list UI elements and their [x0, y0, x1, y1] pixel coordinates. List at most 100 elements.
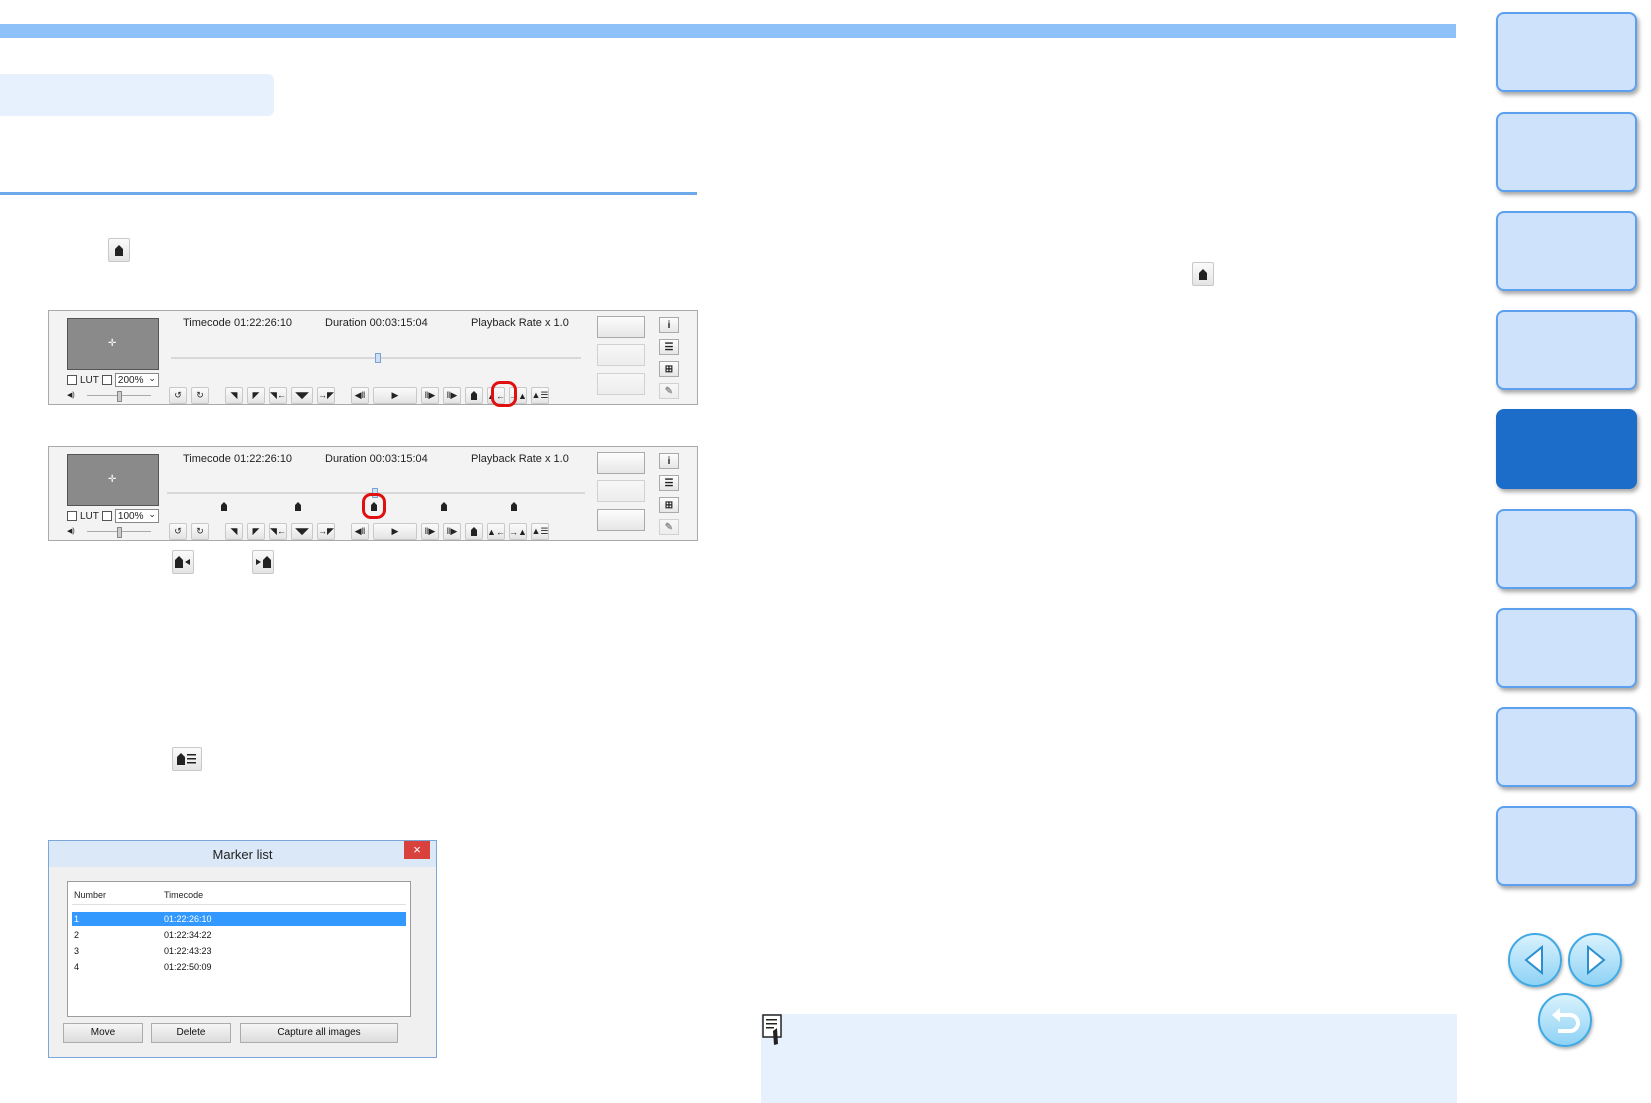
next-marker-icon — [252, 550, 274, 574]
previous-page-button[interactable] — [1508, 933, 1562, 987]
volume-slider[interactable] — [117, 527, 122, 538]
move-button[interactable]: Move — [63, 1023, 143, 1043]
timeline-marker[interactable] — [511, 502, 517, 511]
marker-icon — [1192, 262, 1214, 286]
note-box — [761, 1014, 1457, 1103]
skip-forward-icon[interactable]: ‖▶ — [443, 523, 461, 540]
skip-forward-icon[interactable]: ‖▶ — [443, 387, 461, 404]
skip-back-icon[interactable]: ◀‖ — [351, 523, 369, 540]
rotate-left-icon[interactable]: ↺ — [169, 523, 187, 540]
rotate-left-icon[interactable]: ↺ — [169, 387, 187, 404]
go-to-in-point-icon[interactable]: ◥← — [269, 387, 287, 404]
marker-list-button[interactable]: ▲☰ — [531, 523, 549, 540]
note-icon — [761, 1014, 783, 1045]
zoom-select[interactable]: 200% — [114, 371, 159, 387]
set-out-point-icon[interactable]: ◤ — [247, 523, 265, 540]
go-to-out-point-icon[interactable]: →◤ — [317, 387, 335, 404]
playback-panel-before: ✛ LUT 200% ◀) Timecode 01:22:26:10 Durat… — [48, 310, 698, 407]
table-row[interactable]: 1 01:22:26:10 — [72, 912, 406, 926]
lut-checkbox[interactable] — [67, 375, 77, 385]
close-button[interactable]: × — [404, 841, 430, 859]
timeline-marker[interactable] — [221, 502, 227, 511]
volume-icon: ◀) — [67, 528, 75, 535]
volume-slider[interactable] — [117, 391, 122, 402]
timeline-marker[interactable] — [441, 502, 447, 511]
previous-marker-button[interactable]: ▲← — [487, 523, 505, 540]
add-marker-button[interactable] — [465, 387, 483, 404]
nav-tab-8[interactable] — [1496, 707, 1637, 787]
info-icon[interactable]: i — [659, 317, 679, 333]
highlight-ring — [491, 381, 517, 407]
properties-icon[interactable]: ☰ — [659, 475, 679, 491]
nav-tab-1[interactable] — [1496, 12, 1637, 92]
header-accent-bar — [0, 24, 1456, 38]
extract-frame-button[interactable] — [597, 452, 645, 474]
timeline-marker[interactable] — [295, 502, 301, 511]
playback-panel-after: ✛ LUT 100% ◀) Timecode 01:22:26:10 Durat… — [48, 446, 698, 541]
duration-label: Duration 00:03:15:04 — [325, 317, 428, 329]
skip-back-icon[interactable]: ◀‖ — [351, 387, 369, 404]
zoom-checkbox[interactable] — [101, 511, 112, 521]
arrow-left-icon — [1524, 944, 1543, 976]
lut-label: LUT — [80, 374, 99, 386]
next-marker-button[interactable]: →▲ — [509, 523, 527, 540]
set-in-point-icon[interactable]: ◥ — [225, 387, 243, 404]
next-page-button[interactable] — [1568, 933, 1622, 987]
playback-rate-label: Playback Rate x 1.0 — [471, 317, 569, 329]
rotate-right-icon[interactable]: ↻ — [191, 523, 209, 540]
go-to-out-point-icon[interactable]: →◤ — [317, 523, 335, 540]
marker-list-button[interactable]: ▲☰ — [531, 387, 549, 404]
nav-tab-4[interactable] — [1496, 310, 1637, 390]
go-to-in-point-icon[interactable]: ◥← — [269, 523, 287, 540]
nav-tab-9[interactable] — [1496, 806, 1637, 886]
extract-frame-button[interactable] — [597, 316, 645, 338]
section-title-tag — [0, 74, 274, 116]
play-range-icon[interactable]: ◥◤ — [291, 523, 313, 540]
nav-tab-2[interactable] — [1496, 112, 1637, 192]
play-icon[interactable]: ▶ — [373, 523, 417, 540]
seek-knob[interactable] — [375, 353, 381, 363]
return-button[interactable] — [1538, 993, 1592, 1047]
table-row[interactable]: 2 01:22:34:22 — [72, 928, 406, 942]
return-icon — [1552, 1008, 1580, 1033]
marker-table: Number Timecode 1 01:22:26:10 2 01:22:34… — [67, 881, 411, 1017]
zoom-select[interactable]: 100% — [114, 507, 159, 523]
timecode-label: Timecode 01:22:26:10 — [183, 453, 293, 465]
nav-tab-6[interactable] — [1496, 509, 1637, 589]
nav-tab-3[interactable] — [1496, 211, 1637, 291]
table-row[interactable]: 3 01:22:43:23 — [72, 944, 406, 958]
set-in-point-icon[interactable]: ◥ — [225, 523, 243, 540]
lut-label: LUT — [80, 510, 99, 522]
dialog-title: Marker list — [212, 847, 273, 862]
frame-forward-icon[interactable]: ‖▶ — [421, 387, 439, 404]
play-icon[interactable]: ▶ — [373, 387, 417, 404]
column-header-timecode[interactable]: Timecode — [164, 890, 203, 900]
info-icon[interactable]: i — [659, 453, 679, 469]
volume-icon: ◀) — [67, 392, 75, 399]
properties-icon[interactable]: ☰ — [659, 339, 679, 355]
play-range-icon[interactable]: ◥◤ — [291, 387, 313, 404]
capture-frames-button — [597, 373, 645, 395]
rotate-right-icon[interactable]: ↻ — [191, 387, 209, 404]
nav-tab-5[interactable] — [1496, 409, 1637, 489]
compare-icon[interactable]: ⊞ — [659, 361, 679, 377]
capture-frames-button[interactable] — [597, 509, 645, 531]
compare-icon[interactable]: ⊞ — [659, 497, 679, 513]
section-divider — [0, 192, 697, 195]
column-header-number[interactable]: Number — [74, 890, 106, 900]
arrow-right-icon — [1587, 944, 1606, 976]
nav-tab-7[interactable] — [1496, 608, 1637, 688]
capture-all-images-button[interactable]: Capture all images — [240, 1023, 398, 1043]
highlight-ring — [362, 493, 386, 519]
table-row[interactable]: 4 01:22:50:09 — [72, 960, 406, 974]
zoom-checkbox[interactable] — [101, 375, 112, 385]
crosshair-icon: ✛ — [108, 474, 117, 485]
delete-button[interactable]: Delete — [151, 1023, 231, 1043]
add-marker-button[interactable] — [465, 523, 483, 540]
batch-extract-button — [597, 480, 645, 502]
set-out-point-icon[interactable]: ◤ — [247, 387, 265, 404]
playback-rate-label: Playback Rate x 1.0 — [471, 453, 569, 465]
timecode-label: Timecode 01:22:26:10 — [183, 317, 293, 329]
frame-forward-icon[interactable]: ‖▶ — [421, 523, 439, 540]
lut-checkbox[interactable] — [67, 511, 77, 521]
